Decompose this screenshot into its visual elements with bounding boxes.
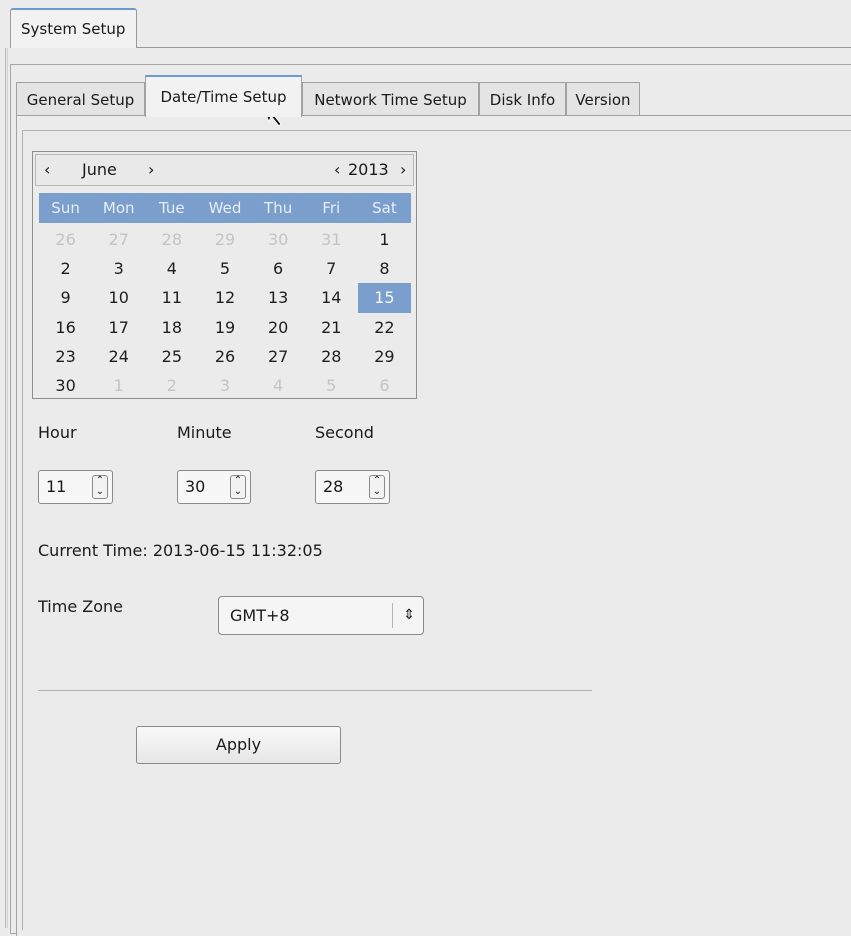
minute-value[interactable]: 30 (185, 477, 205, 496)
divider (392, 603, 393, 628)
calendar-day[interactable]: 13 (252, 283, 305, 312)
calendar-day[interactable]: 5 (198, 254, 251, 283)
calendar-day[interactable]: 7 (305, 254, 358, 283)
hour-spinbox[interactable]: 11 ⌃ ⌄ (38, 470, 113, 504)
calendar-day[interactable]: 30 (252, 225, 305, 254)
weekday-label: Mon (102, 199, 135, 217)
frame-edge (5, 48, 6, 928)
second-spinbox[interactable]: 28 ⌃ ⌄ (315, 470, 390, 504)
calendar-day[interactable]: 3 (92, 254, 145, 283)
next-year-button[interactable]: › (400, 155, 406, 185)
calendar-week-row: 30 1 2 3 4 5 6 (39, 371, 411, 400)
calendar-day[interactable]: 25 (145, 342, 198, 371)
weekday-label: Sun (51, 199, 80, 217)
timezone-select[interactable]: GMT+8 ⇕ (218, 596, 424, 635)
tab-disk-info[interactable]: Disk Info (479, 82, 566, 116)
weekday-label: Wed (208, 199, 242, 217)
calendar-day[interactable]: 29 (358, 342, 411, 371)
weekday-label: Tue (159, 199, 185, 217)
calendar-day[interactable]: 26 (198, 342, 251, 371)
calendar-day[interactable]: 18 (145, 313, 198, 342)
minute-spinbox[interactable]: 30 ⌃ ⌄ (177, 470, 251, 504)
hour-stepper[interactable]: ⌃ ⌄ (92, 475, 108, 499)
next-month-button[interactable]: › (148, 155, 154, 185)
month-label: June (82, 160, 117, 179)
current-time-text: Current Time: 2013-06-15 11:32:05 (38, 541, 323, 560)
calendar-day[interactable]: 8 (358, 254, 411, 283)
timezone-value: GMT+8 (230, 606, 290, 625)
tab-network-time-setup[interactable]: Network Time Setup (302, 82, 479, 116)
updown-chevron-icon[interactable]: ⇕ (403, 597, 415, 634)
calendar-day[interactable]: 2 (39, 254, 92, 283)
calendar-day[interactable]: 24 (92, 342, 145, 371)
calendar-day[interactable]: 27 (92, 225, 145, 254)
second-label: Second (315, 423, 374, 442)
calendar-day[interactable]: 21 (305, 313, 358, 342)
calendar-day[interactable]: 6 (252, 254, 305, 283)
calendar-week-row: 16 17 18 19 20 21 22 (39, 313, 411, 342)
calendar-day[interactable]: 6 (358, 371, 411, 400)
calendar-day[interactable]: 3 (198, 371, 251, 400)
tab-date-time-setup[interactable]: Date/Time Setup (145, 75, 302, 117)
weekday-label: Fri (322, 199, 341, 217)
weekday-header: Sun Mon Tue Wed Thu Fri Sat (39, 193, 411, 223)
calendar-day[interactable]: 28 (305, 342, 358, 371)
divider (137, 47, 851, 48)
weekday-label: Thu (264, 199, 293, 217)
timezone-label: Time Zone (38, 597, 123, 616)
calendar-day[interactable]: 16 (39, 313, 92, 342)
second-value[interactable]: 28 (323, 477, 343, 496)
outer-tab-bar: System Setup (0, 0, 851, 48)
calendar-day[interactable]: 1 (92, 371, 145, 400)
calendar-day[interactable]: 30 (39, 371, 92, 400)
calendar-day[interactable]: 12 (198, 283, 251, 312)
calendar-day[interactable]: 23 (39, 342, 92, 371)
calendar: ‹ June › ‹ 2013 › Sun Mon Tue Wed Thu Fr… (32, 151, 417, 399)
calendar-week-row: 9 10 11 12 13 14 15 (39, 283, 411, 313)
calendar-week-row: 2345678 (39, 254, 411, 283)
calendar-day[interactable]: 20 (252, 313, 305, 342)
weekday-label: Sat (372, 199, 397, 217)
calendar-day[interactable]: 26 (39, 225, 92, 254)
calendar-day[interactable]: 11 (145, 283, 198, 312)
calendar-day[interactable]: 5 (305, 371, 358, 400)
calendar-week-row: 23 24 25 26 27 28 29 (39, 342, 411, 371)
calendar-day[interactable]: 19 (198, 313, 251, 342)
calendar-day[interactable]: 15 (357, 283, 411, 313)
calendar-day[interactable]: 4 (252, 371, 305, 400)
second-stepper[interactable]: ⌃ ⌄ (369, 475, 385, 499)
calendar-day[interactable]: 27 (252, 342, 305, 371)
tab-divider (16, 115, 851, 116)
calendar-day[interactable]: 9 (39, 283, 92, 312)
calendar-day[interactable]: 28 (145, 225, 198, 254)
calendar-day[interactable]: 22 (358, 313, 411, 342)
calendar-day[interactable]: 2 (145, 371, 198, 400)
year-label: 2013 (348, 160, 389, 179)
minute-stepper[interactable]: ⌃ ⌄ (230, 475, 246, 499)
calendar-grid: 26 27 28 29 30 31 1 2 3 4 5 6 7 8 9 10 11 12 13 14 15 16 17 18 1… (39, 225, 411, 400)
calendar-day[interactable]: 17 (92, 313, 145, 342)
calendar-day[interactable]: 29 (198, 225, 251, 254)
calendar-day[interactable]: 14 (305, 283, 358, 312)
prev-month-button[interactable]: ‹ (44, 155, 50, 185)
tab-version[interactable]: Version (566, 82, 640, 116)
tab-system-setup[interactable]: System Setup (10, 8, 137, 48)
apply-button[interactable]: Apply (136, 726, 341, 764)
frame-edge (7, 48, 8, 928)
prev-year-button[interactable]: ‹ (334, 155, 340, 185)
minute-label: Minute (177, 423, 232, 442)
hour-label: Hour (38, 423, 77, 442)
calendar-day[interactable]: 31 (305, 225, 358, 254)
tab-general-setup[interactable]: General Setup (16, 82, 145, 116)
calendar-day[interactable]: 10 (92, 283, 145, 312)
divider (38, 690, 592, 691)
calendar-day[interactable]: 4 (145, 254, 198, 283)
step-down-icon[interactable]: ⌄ (370, 487, 384, 498)
step-down-icon[interactable]: ⌄ (231, 487, 245, 498)
step-down-icon[interactable]: ⌄ (93, 487, 107, 498)
calendar-nav: ‹ June › ‹ 2013 › (35, 154, 414, 186)
hour-value[interactable]: 11 (46, 477, 66, 496)
calendar-day[interactable]: 1 (358, 225, 411, 254)
calendar-week-row: 26 27 28 29 30 31 1 (39, 225, 411, 254)
